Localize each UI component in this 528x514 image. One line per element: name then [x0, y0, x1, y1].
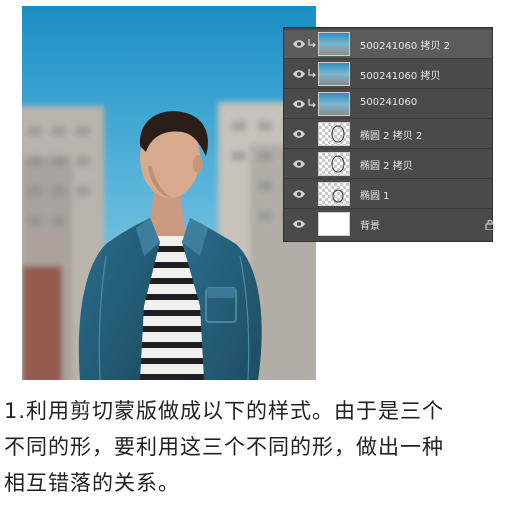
lock-icon — [485, 219, 495, 230]
layer-name: 500241060 拷贝 — [360, 71, 441, 82]
caption-line: 1.利用剪切蒙版做成以下的样式。由于是三个 — [4, 399, 445, 423]
caption-text: 1.利用剪切蒙版做成以下的样式。由于是三个 不同的形，要利用这三个不同的形，做出… — [4, 393, 526, 501]
clipping-arrow-icon — [308, 39, 316, 48]
layer-thumbnail — [318, 182, 350, 206]
layer-name: 500241060 拷贝 2 — [360, 41, 450, 52]
layer-thumbnail — [318, 62, 350, 86]
ellipse-shape-icon — [331, 125, 345, 143]
layer-row[interactable]: 椭圆 1 — [284, 180, 492, 209]
layer-thumbnail — [318, 92, 350, 116]
eye-icon[interactable] — [293, 69, 305, 79]
layer-row[interactable]: 500241060 拷贝 — [284, 60, 492, 89]
page: 500241060 拷贝 2 500241060 拷贝 500241060 椭圆… — [0, 0, 528, 514]
ellipse-shape-icon — [331, 155, 345, 173]
layer-name: 500241060 — [360, 97, 418, 108]
layer-row[interactable]: 椭圆 2 拷贝 — [284, 150, 492, 179]
clipping-arrow-icon — [308, 69, 316, 78]
layer-name: 椭圆 2 拷贝 — [360, 161, 413, 172]
eye-icon[interactable] — [293, 189, 305, 199]
layers-panel: 500241060 拷贝 2 500241060 拷贝 500241060 椭圆… — [283, 27, 495, 242]
eye-icon[interactable] — [293, 159, 305, 169]
layer-row[interactable]: 500241060 — [284, 90, 492, 119]
caption-line: 相互错落的关系。 — [4, 471, 180, 495]
layer-row[interactable]: 500241060 拷贝 2 — [284, 30, 492, 59]
layer-name: 椭圆 1 — [360, 191, 390, 202]
layer-thumbnail — [318, 152, 350, 176]
layer-row[interactable]: 椭圆 2 拷贝 2 — [284, 120, 492, 149]
layer-name: 椭圆 2 拷贝 2 — [360, 131, 423, 142]
ellipse-shape-icon — [332, 189, 344, 203]
eye-icon[interactable] — [293, 219, 305, 229]
layer-row[interactable]: 背景 — [284, 210, 495, 239]
layer-thumbnail — [318, 122, 350, 146]
layer-thumbnail — [318, 32, 350, 56]
caption-line: 不同的形，要利用这三个不同的形，做出一种 — [4, 435, 444, 459]
layer-thumbnail — [318, 212, 350, 236]
portrait-illustration — [22, 6, 316, 380]
clipping-arrow-icon — [308, 99, 316, 108]
layer-name: 背景 — [360, 221, 380, 232]
portrait-photo — [22, 6, 316, 380]
eye-icon[interactable] — [293, 129, 305, 139]
eye-icon[interactable] — [293, 99, 305, 109]
eye-icon[interactable] — [293, 39, 305, 49]
